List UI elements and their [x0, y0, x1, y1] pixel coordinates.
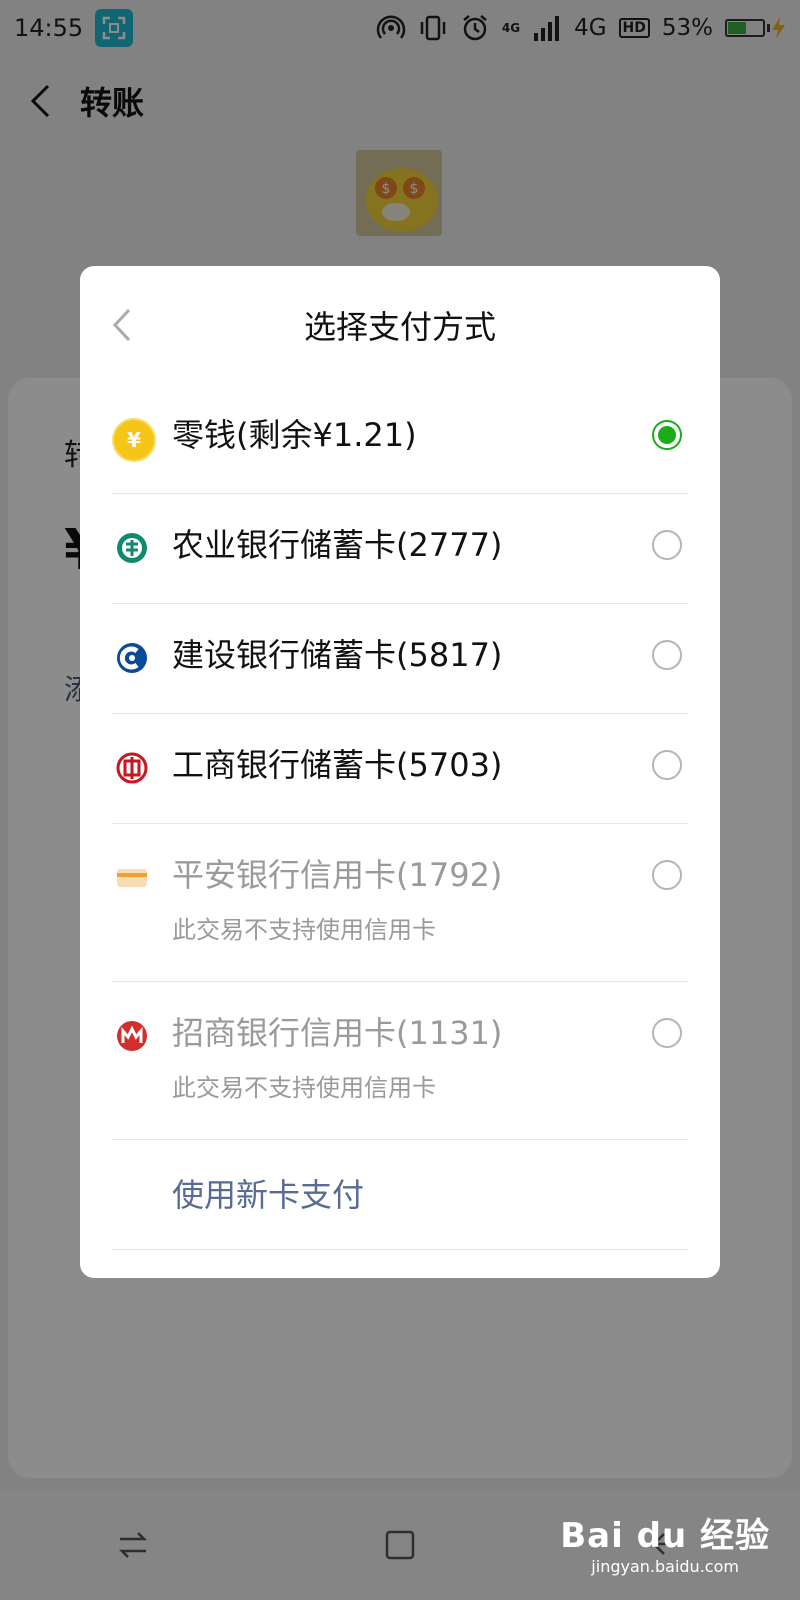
abc-bank-icon — [112, 528, 152, 568]
use-new-card-option[interactable]: 使用新卡支付 — [112, 1140, 688, 1250]
payment-option-change[interactable]: ¥ 零钱(剩余¥1.21) — [112, 384, 688, 494]
payment-option-icbc[interactable]: 工商银行储蓄卡(5703) — [112, 714, 688, 824]
option-subtext: 此交易不支持使用信用卡 — [172, 1074, 436, 1102]
chevron-left-icon — [112, 308, 131, 342]
payment-method-dialog: 选择支付方式 ¥ 零钱(剩余¥1.21) 农业银行储蓄卡(2777) 建设银行储… — [80, 266, 720, 1278]
coin-icon: ¥ — [112, 418, 156, 462]
payment-option-cmb[interactable]: 招商银行信用卡(1131) 此交易不支持使用信用卡 — [112, 982, 688, 1140]
watermark-brand: Bai du 经验 — [560, 1516, 770, 1556]
dialog-title: 选择支付方式 — [303, 308, 496, 346]
option-label: 平安银行信用卡(1792) — [172, 856, 503, 894]
radio-unselected[interactable] — [652, 860, 682, 890]
option-label: 工商银行储蓄卡(5703) — [172, 746, 503, 784]
payment-option-ccb[interactable]: 建设银行储蓄卡(5817) — [112, 604, 688, 714]
new-card-label: 使用新卡支付 — [172, 1176, 365, 1214]
dialog-back-button[interactable] — [102, 300, 142, 350]
option-label: 零钱(剩余¥1.21) — [172, 416, 417, 454]
payment-option-pingan[interactable]: 平安银行信用卡(1792) 此交易不支持使用信用卡 — [112, 824, 688, 982]
watermark-url: jingyan.baidu.com — [591, 1557, 739, 1576]
radio-unselected[interactable] — [652, 640, 682, 670]
option-label: 农业银行储蓄卡(2777) — [172, 526, 503, 564]
icbc-bank-icon — [112, 748, 152, 788]
radio-unselected[interactable] — [652, 1018, 682, 1048]
radio-selected[interactable] — [652, 420, 682, 450]
cmb-bank-icon — [112, 1016, 152, 1056]
pingan-bank-icon — [112, 858, 152, 898]
payment-option-abc[interactable]: 农业银行储蓄卡(2777) — [112, 494, 688, 604]
watermark: Bai du 经验 jingyan.baidu.com — [560, 1508, 770, 1576]
option-subtext: 此交易不支持使用信用卡 — [172, 916, 436, 944]
dialog-header: 选择支付方式 — [80, 266, 720, 384]
radio-unselected[interactable] — [652, 750, 682, 780]
ccb-bank-icon — [112, 638, 152, 678]
option-label: 建设银行储蓄卡(5817) — [172, 636, 503, 674]
radio-unselected[interactable] — [652, 530, 682, 560]
option-label: 招商银行信用卡(1131) — [172, 1014, 503, 1052]
